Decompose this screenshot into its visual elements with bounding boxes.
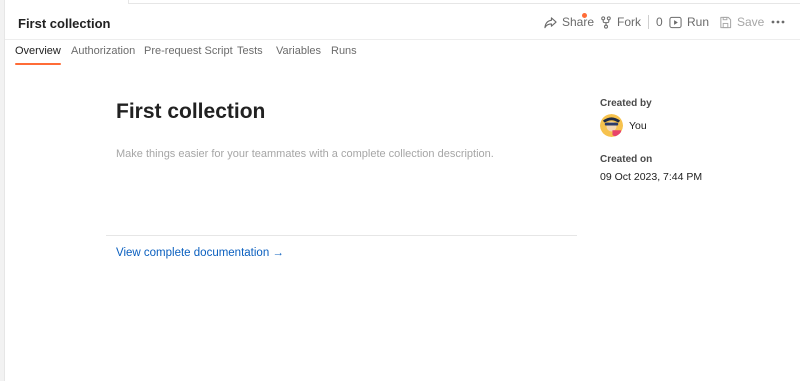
tab-overview[interactable]: Overview [15, 41, 61, 65]
share-icon [544, 16, 557, 29]
notification-dot [582, 13, 587, 18]
collection-title: First collection [18, 16, 111, 31]
user-avatar [600, 114, 623, 137]
fork-label: Fork [617, 15, 641, 29]
created-on-label: Created on [600, 154, 653, 165]
run-icon [669, 16, 682, 29]
tab-runs[interactable]: Runs [331, 41, 357, 64]
more-icon [771, 20, 785, 24]
fork-separator [648, 15, 649, 29]
share-label: Share [562, 15, 595, 29]
sidebar-edge [0, 0, 5, 381]
share-button[interactable]: Share [544, 4, 594, 40]
save-icon [719, 16, 732, 29]
tab-pre-request-script[interactable]: Pre-request Script [144, 41, 233, 64]
description-input[interactable]: Make things easier for your teammates wi… [116, 148, 494, 160]
view-documentation-link[interactable]: View complete documentation → [116, 247, 284, 259]
created-on-value: 09 Oct 2023, 7:44 PM [600, 171, 703, 183]
overview-title[interactable]: First collection [116, 100, 265, 124]
tab-tests[interactable]: Tests [237, 41, 263, 64]
tab-variables[interactable]: Variables [276, 41, 321, 64]
fork-button[interactable]: Fork 0 [600, 4, 663, 40]
fork-icon [600, 15, 612, 29]
created-by-label: Created by [600, 98, 652, 109]
created-by-value: You [629, 120, 647, 132]
save-button[interactable]: Save [719, 4, 764, 40]
collection-header: First collection Share Fork 0 Run Save [5, 4, 800, 40]
content-divider [106, 235, 577, 236]
run-label: Run [687, 15, 710, 29]
run-button[interactable]: Run [669, 4, 709, 40]
save-label: Save [737, 15, 765, 29]
fork-count: 0 [656, 15, 663, 29]
more-actions-button[interactable] [771, 4, 785, 40]
tab-authorization[interactable]: Authorization [71, 41, 135, 64]
